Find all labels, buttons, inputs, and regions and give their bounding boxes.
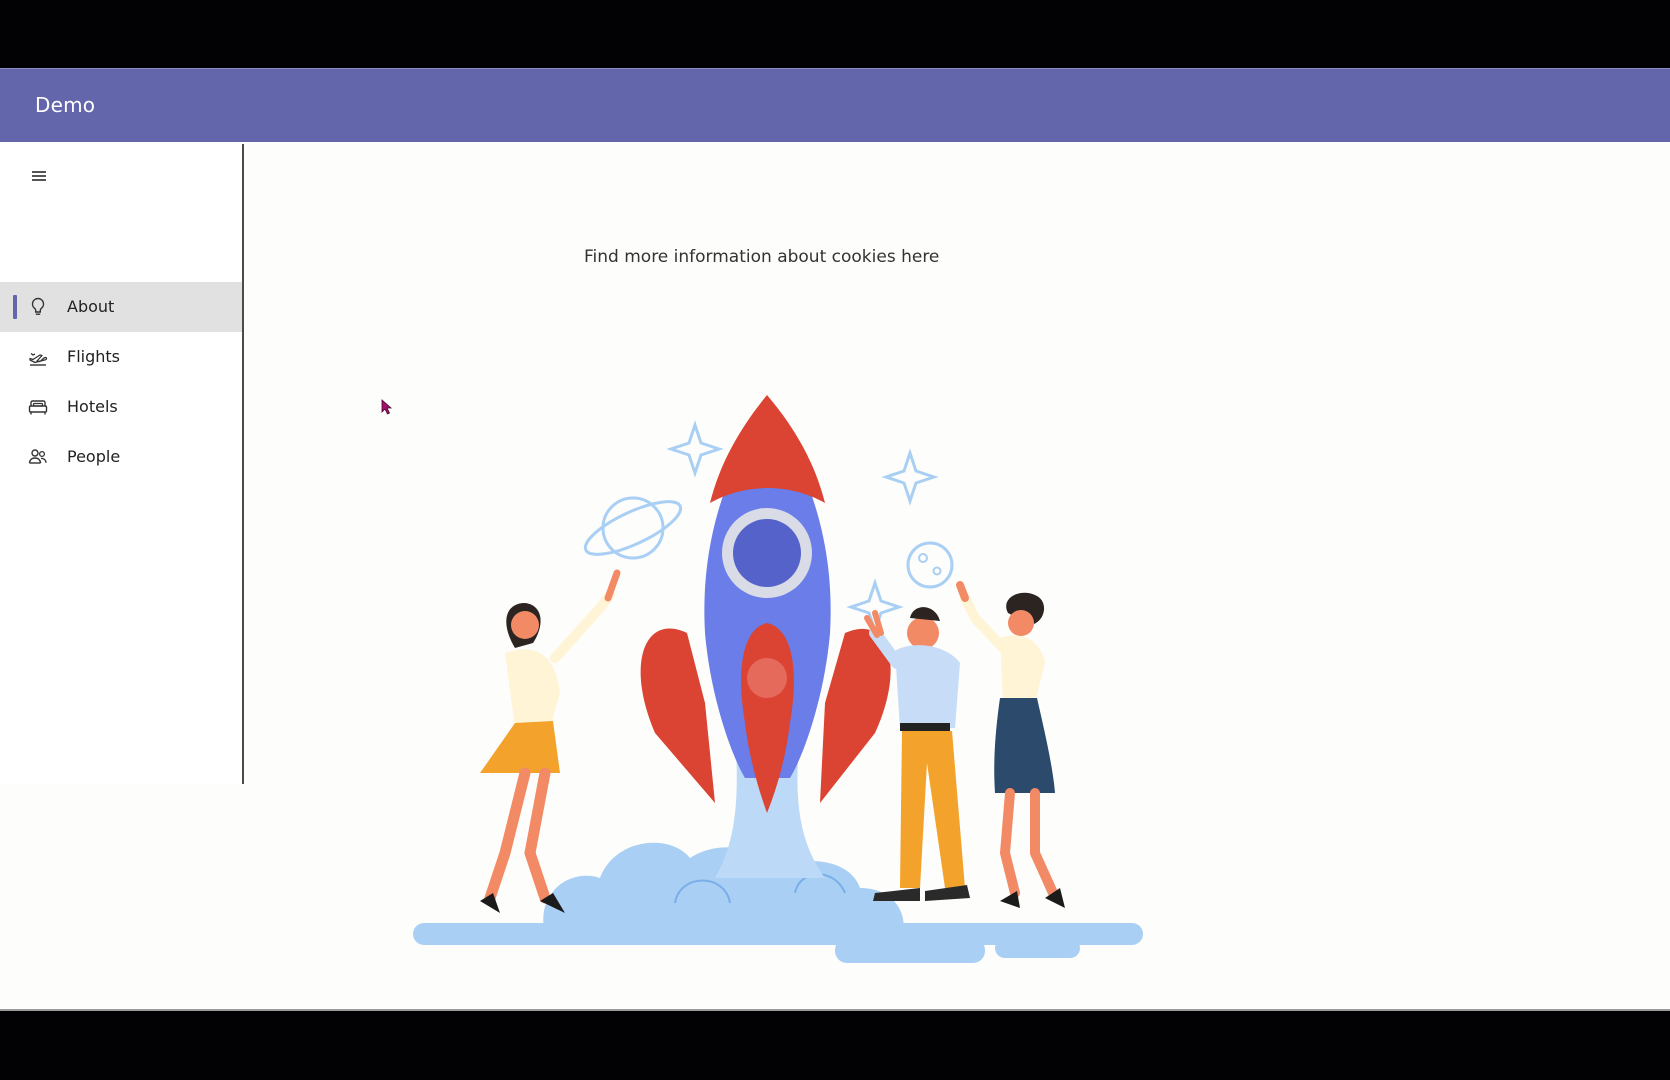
person-man <box>864 607 970 901</box>
person-left <box>480 569 621 913</box>
sparkle-icon <box>846 578 904 636</box>
moon-crater <box>932 566 942 576</box>
rocket-nose <box>710 395 825 503</box>
app-header: Demo <box>0 68 1670 142</box>
sidebar-item-people[interactable]: People <box>0 432 242 482</box>
lightbulb-icon <box>31 297 45 315</box>
sidebar-item-about[interactable]: About <box>0 282 242 332</box>
app-title: Demo <box>35 93 96 117</box>
sidebar-item-flights[interactable]: Flights <box>0 332 242 382</box>
sidebar-item-label: About <box>67 297 115 316</box>
sparkle-icon <box>881 448 939 506</box>
sidebar-nav: About Flights Hotels People <box>0 144 244 784</box>
sparkle-icon <box>666 420 724 478</box>
rocket-launch-illustration <box>413 395 1143 963</box>
sidebar-item-label: Hotels <box>67 397 118 416</box>
sidebar-item-hotels[interactable]: Hotels <box>0 382 242 432</box>
planet-icon <box>601 496 665 560</box>
moon-crater <box>918 553 928 563</box>
airplane-icon <box>29 352 48 366</box>
rocket-window <box>733 519 801 587</box>
planet-ring <box>583 500 683 556</box>
rocket-highlight <box>747 658 787 698</box>
sidebar-item-label: People <box>67 447 121 466</box>
rocket-fin-left <box>640 628 715 803</box>
letterbox-top <box>0 0 1670 68</box>
person-right <box>956 581 1065 908</box>
moon-icon <box>906 541 954 589</box>
cloud-shape <box>835 938 985 963</box>
rocket-fin-right <box>820 628 891 803</box>
cookies-info-link[interactable]: Find more information about cookies here <box>584 247 939 267</box>
cloud-shape <box>995 938 1080 958</box>
bed-icon <box>28 400 48 415</box>
letterbox-bottom <box>0 1011 1670 1080</box>
people-icon <box>28 449 47 464</box>
app-window: Demo About Flights Hotels People Find mo… <box>0 68 1670 1011</box>
mouse-cursor-icon <box>381 399 393 415</box>
sidebar-item-label: Flights <box>67 347 120 366</box>
hamburger-icon[interactable] <box>30 166 50 186</box>
active-indicator <box>13 295 17 319</box>
